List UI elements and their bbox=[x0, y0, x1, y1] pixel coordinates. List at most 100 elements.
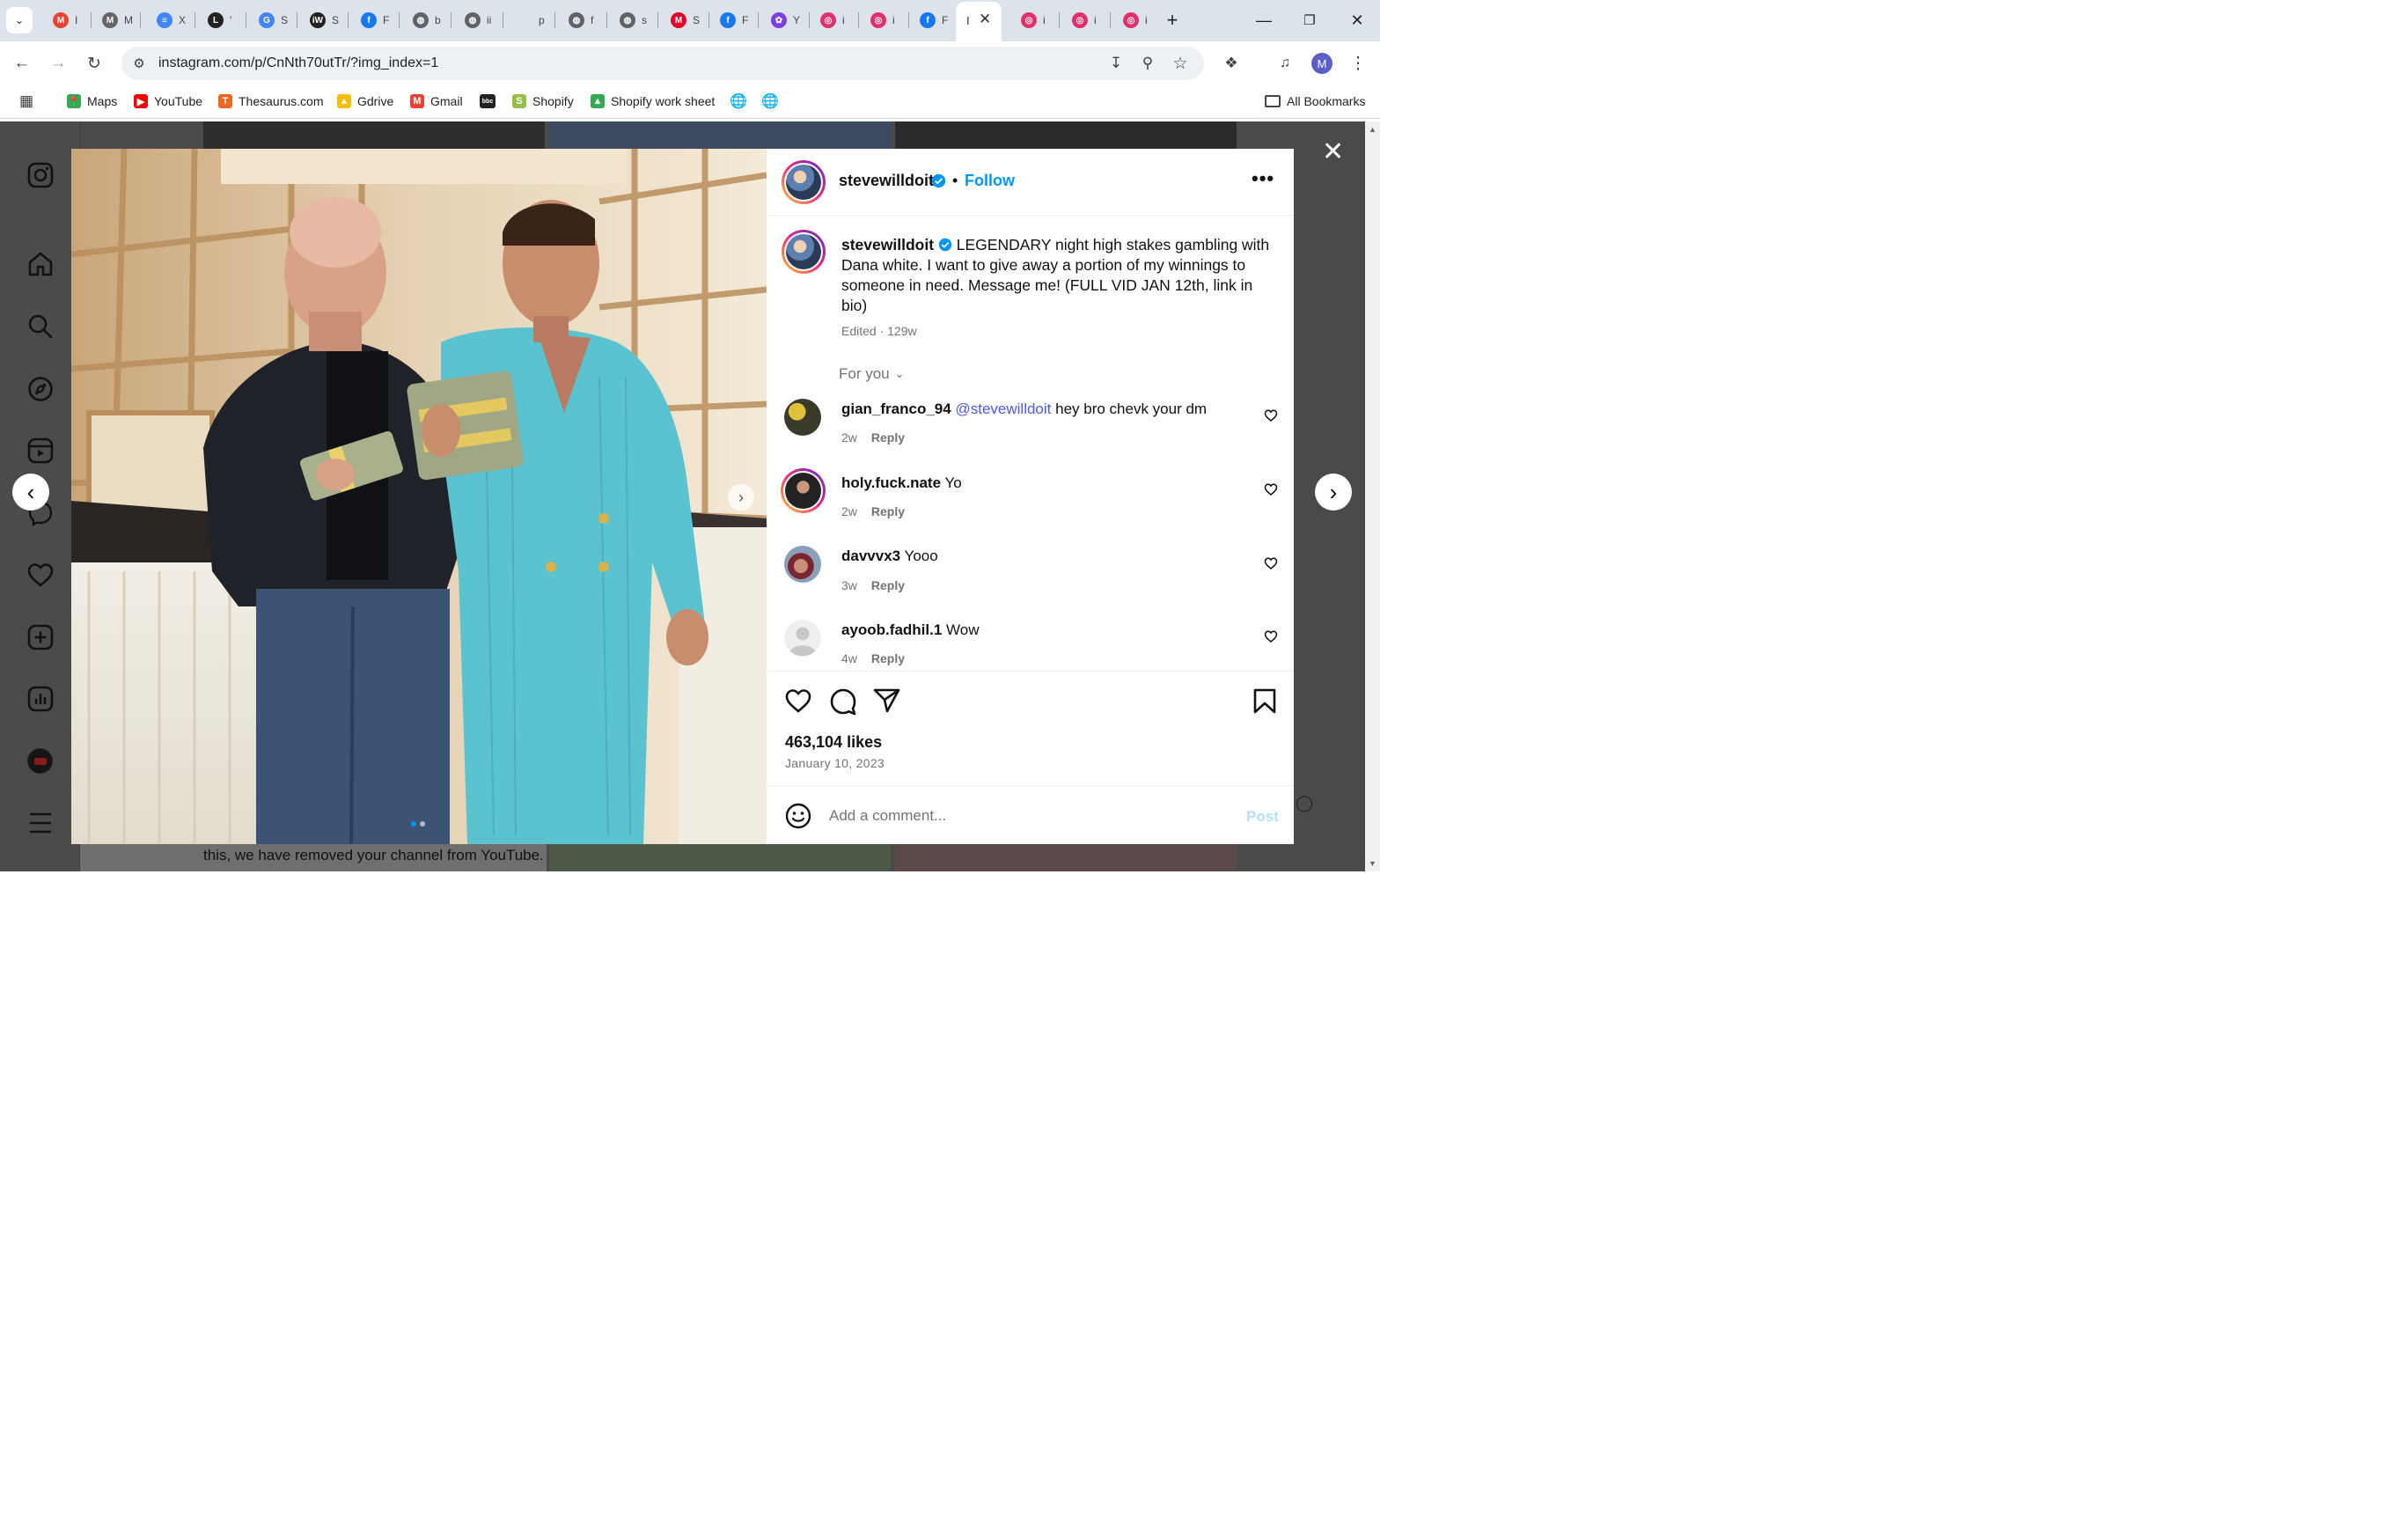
comment-like-heart-icon[interactable] bbox=[1264, 408, 1278, 422]
tab-iw[interactable]: iW S bbox=[299, 7, 341, 33]
bookmark-thesaurus-com[interactable]: T Thesaurus.com bbox=[218, 92, 323, 111]
author-username[interactable]: stevewilldoit bbox=[839, 172, 934, 190]
comment-like-heart-icon[interactable] bbox=[1264, 556, 1278, 570]
caption-username[interactable]: stevewilldoit bbox=[841, 236, 934, 254]
tab-l[interactable]: L ' bbox=[197, 7, 239, 33]
more-options-icon[interactable]: ••• bbox=[1252, 167, 1274, 190]
scroll-up-arrow[interactable]: ▲ bbox=[1369, 125, 1377, 134]
add-comment-input[interactable] bbox=[829, 804, 1225, 828]
bookmark-maps[interactable]: 📍 Maps bbox=[67, 92, 117, 111]
author-avatar[interactable] bbox=[782, 160, 826, 204]
tab-active[interactable]: I ✕ bbox=[956, 2, 1002, 41]
search-icon[interactable] bbox=[27, 313, 54, 340]
tab-instagram[interactable]: ◎ i bbox=[1010, 7, 1052, 33]
comment-username[interactable]: davvvx3 bbox=[841, 547, 900, 564]
comment-avatar[interactable] bbox=[784, 399, 821, 436]
bookmark-globe-icon[interactable]: 🌐 bbox=[756, 87, 784, 115]
tab-globe[interactable]: ◍ s bbox=[609, 7, 650, 33]
forward-icon[interactable]: → bbox=[44, 49, 72, 77]
notifications-heart-icon[interactable] bbox=[26, 562, 55, 588]
new-tab-button[interactable]: + bbox=[1160, 9, 1185, 32]
next-post-button[interactable]: › bbox=[1315, 474, 1352, 511]
share-send-icon[interactable] bbox=[873, 687, 901, 714]
media-control-icon[interactable]: ♫ bbox=[1271, 49, 1299, 77]
scroll-down-arrow[interactable]: ▼ bbox=[1369, 859, 1377, 868]
install-app-icon[interactable]: ↧ bbox=[1102, 49, 1130, 77]
tab-close-icon[interactable]: ✕ bbox=[979, 11, 991, 28]
caption-avatar[interactable] bbox=[782, 230, 826, 274]
like-heart-icon[interactable] bbox=[784, 687, 812, 714]
for-you-dropdown[interactable]: For you ⌄ bbox=[839, 365, 905, 383]
tab-instagram[interactable]: ◎ i bbox=[810, 7, 851, 33]
tab-instagram[interactable]: ◎ i bbox=[860, 7, 901, 33]
carousel-next-button[interactable]: › bbox=[728, 484, 754, 511]
explore-icon[interactable] bbox=[27, 376, 54, 402]
tab-instagram[interactable]: ◎ i bbox=[1112, 7, 1154, 33]
scrollbar[interactable]: ▲ ▼ bbox=[1365, 121, 1380, 871]
reply-button[interactable]: Reply bbox=[871, 504, 905, 518]
comment-bubble-icon[interactable] bbox=[829, 687, 857, 716]
profile-avatar-sidebar[interactable] bbox=[27, 748, 53, 774]
tab-google[interactable]: GS bbox=[248, 7, 290, 33]
emoji-icon[interactable] bbox=[785, 803, 811, 829]
all-bookmarks[interactable]: All Bookmarks bbox=[1265, 92, 1365, 111]
bookmark-bbc[interactable]: bbc bbox=[480, 92, 502, 111]
instagram-logo-icon[interactable] bbox=[27, 162, 54, 188]
tab-butterfly[interactable]: ✿ Y bbox=[760, 7, 802, 33]
reload-icon[interactable]: ↻ bbox=[80, 49, 108, 77]
tab-globe[interactable]: ◍ b bbox=[402, 7, 444, 33]
comment-username[interactable]: ayoob.fadhil.1 bbox=[841, 621, 942, 638]
home-icon[interactable] bbox=[26, 250, 55, 278]
bookmark-star-icon[interactable]: ☆ bbox=[1166, 49, 1194, 77]
comment-avatar[interactable] bbox=[781, 468, 826, 513]
zoom-icon[interactable]: ⚲ bbox=[1134, 49, 1162, 77]
comment-mention[interactable]: @stevewilldoit bbox=[955, 400, 1051, 417]
tab-blank[interactable]: p bbox=[506, 7, 547, 33]
tab-search-icon[interactable]: ⌄ bbox=[6, 7, 33, 33]
site-info-icon[interactable]: ⚙ bbox=[125, 49, 153, 77]
reply-button[interactable]: Reply bbox=[871, 430, 905, 445]
close-window-button[interactable]: ✕ bbox=[1345, 9, 1369, 32]
post-comment-button[interactable]: Post bbox=[1246, 808, 1279, 826]
comment-username[interactable]: holy.fuck.nate bbox=[841, 474, 941, 491]
bookmark-shopify-work-sheet[interactable]: ▲ Shopify work sheet bbox=[591, 92, 715, 111]
tab-generic[interactable]: MM bbox=[92, 7, 133, 33]
bookmark-globe-icon[interactable]: 🌐 bbox=[724, 87, 752, 115]
tab-globe[interactable]: ◍ f bbox=[558, 7, 599, 33]
bookmark-gmail[interactable]: M Gmail bbox=[410, 92, 463, 111]
restore-button[interactable]: ❐ bbox=[1297, 9, 1322, 32]
tab-docs[interactable]: ≡ X bbox=[146, 7, 187, 33]
create-icon[interactable] bbox=[27, 624, 54, 650]
tab-gmail[interactable]: MI bbox=[42, 7, 84, 33]
reply-button[interactable]: Reply bbox=[871, 578, 905, 592]
back-icon[interactable]: ← bbox=[8, 49, 36, 77]
comment-like-heart-icon[interactable] bbox=[1264, 629, 1278, 643]
comment-avatar[interactable] bbox=[784, 546, 821, 583]
tab-facebook[interactable]: fF bbox=[709, 7, 751, 33]
post-photo[interactable]: › bbox=[71, 149, 767, 844]
tab-m[interactable]: MS bbox=[660, 7, 701, 33]
url-text[interactable]: instagram.com/p/CnNth70utTr/?img_index=1 bbox=[158, 55, 438, 71]
bookmark-gdrive[interactable]: ▲ Gdrive bbox=[337, 92, 393, 111]
tab-facebook[interactable]: fF bbox=[909, 7, 951, 33]
follow-button[interactable]: Follow bbox=[965, 172, 1015, 190]
default-avatar-icon[interactable] bbox=[784, 620, 821, 657]
more-menu-icon[interactable] bbox=[27, 811, 54, 835]
dashboard-icon[interactable] bbox=[27, 686, 54, 712]
minimize-button[interactable]: — bbox=[1252, 9, 1276, 32]
tab-globe[interactable]: ◍ ii bbox=[454, 7, 496, 33]
extensions-icon[interactable]: ❖ bbox=[1217, 49, 1245, 77]
tab-facebook[interactable]: fF bbox=[350, 7, 392, 33]
menu-kebab-icon[interactable]: ⋮ bbox=[1344, 49, 1372, 77]
tab-instagram[interactable]: ◎ i bbox=[1061, 7, 1103, 33]
reels-icon[interactable] bbox=[27, 437, 54, 464]
bookmark-youtube[interactable]: ▶ YouTube bbox=[134, 92, 202, 111]
profile-avatar[interactable]: M bbox=[1311, 53, 1332, 74]
comment-like-heart-icon[interactable] bbox=[1264, 482, 1278, 496]
prev-post-button[interactable]: ‹ bbox=[12, 474, 49, 511]
like-count[interactable]: 463,104 likes bbox=[785, 733, 882, 752]
comment-username[interactable]: gian_franco_94 bbox=[841, 400, 951, 417]
save-bookmark-icon[interactable] bbox=[1252, 687, 1277, 714]
close-modal-icon[interactable]: ✕ bbox=[1322, 139, 1344, 165]
apps-grid-icon[interactable]: ▦ bbox=[12, 87, 40, 115]
